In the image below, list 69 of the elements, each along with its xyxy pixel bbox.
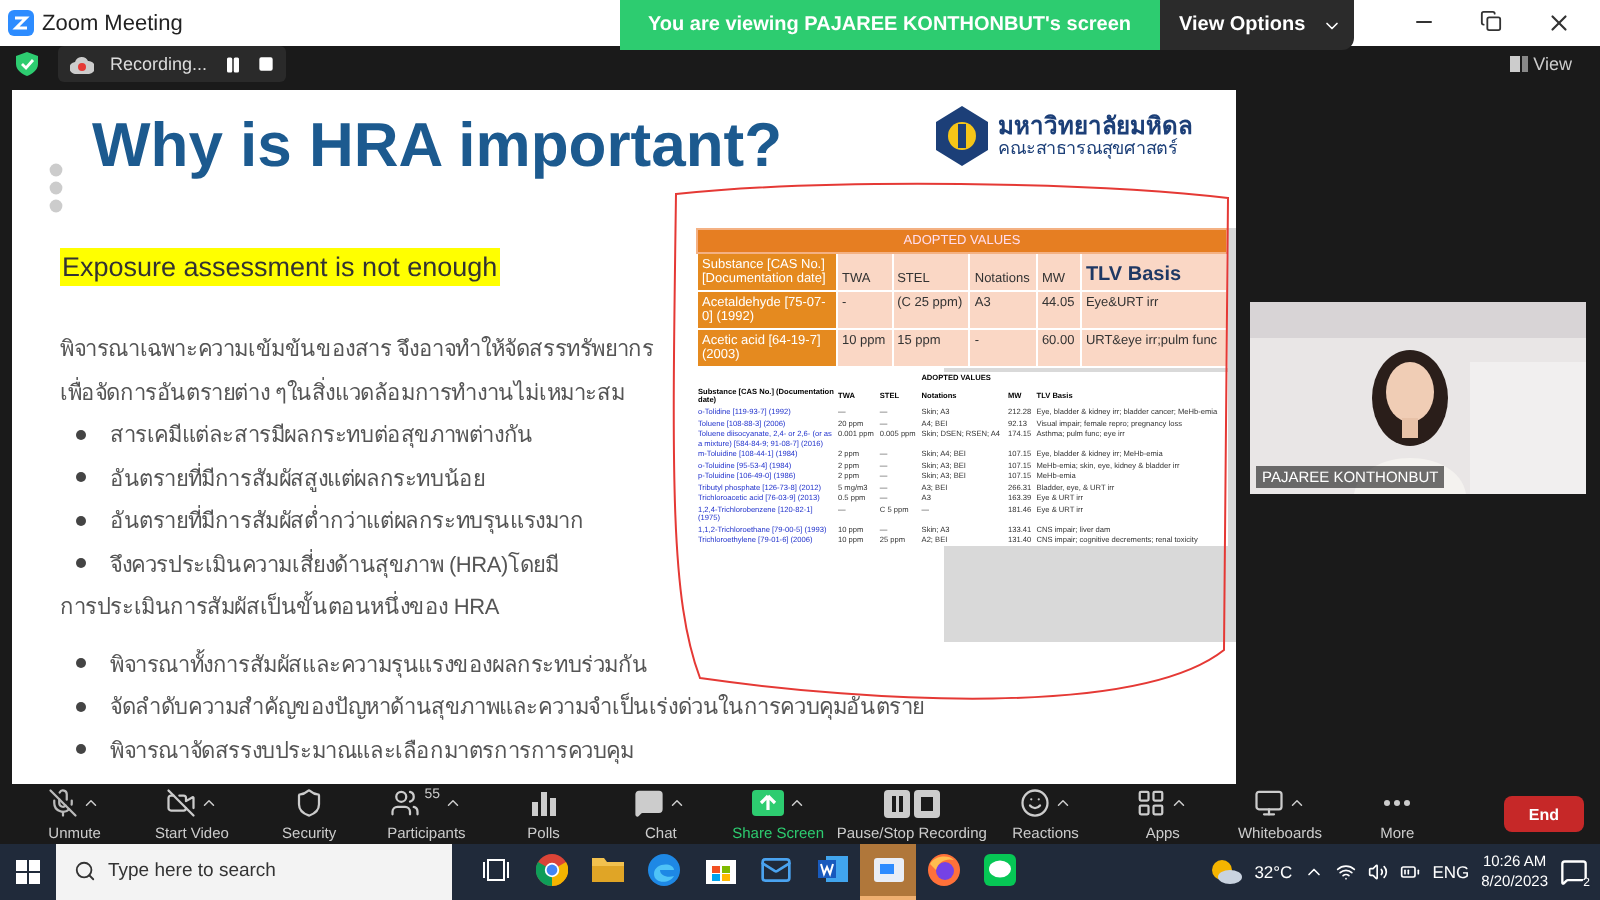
pause-stop-icon bbox=[883, 789, 940, 818]
bullet-text: อันตรายที่มีการสัมผัสต่ำกว่าแต่ผลกระทบรุนแรงมาก bbox=[110, 502, 584, 539]
bullet-text: พิจารณาจัดสรรงบประมาณและเลือกมาตรการการควบคุม bbox=[110, 737, 634, 768]
view-options-button[interactable]: View Options bbox=[1159, 0, 1354, 50]
slide-text: พิจารณาเฉพาะความเข้มข้นของสาร จึงอาจทำให้จัดสรรทรัพยากร bbox=[60, 334, 654, 367]
folder-icon bbox=[592, 856, 624, 883]
speech-bubble-icon bbox=[1560, 857, 1588, 886]
bullet-icon bbox=[76, 515, 86, 526]
faculty-name: คณะสาธารณสุขศาสตร์ bbox=[998, 140, 1180, 161]
input-language: ENG bbox=[1432, 861, 1470, 882]
slide-text: เพื่อจัดการอันตรายต่าง ๆในสิ่งแวดล้อมการทำงานไม่เหมาะสม bbox=[60, 375, 625, 410]
window-title: Zoom Meeting bbox=[42, 11, 183, 36]
word-document-icon bbox=[817, 854, 847, 885]
temperature: 32°C bbox=[1254, 861, 1293, 882]
smiley-icon bbox=[1019, 788, 1050, 819]
firefox-icon bbox=[928, 853, 960, 886]
task-view-icon bbox=[482, 857, 510, 882]
recording-status: Recording... bbox=[110, 54, 208, 75]
bullet-text: พิจารณาทั้งการสัมผัสและความรุนแรงของผลกระทบร่วมกัน bbox=[110, 647, 648, 682]
more-icon bbox=[1384, 800, 1411, 807]
envelope-icon bbox=[760, 853, 792, 886]
bullet-icon bbox=[76, 744, 86, 755]
presentation-icon bbox=[873, 857, 903, 882]
column-header: TLV Basis bbox=[1080, 253, 1227, 292]
weather-icon bbox=[1210, 858, 1243, 885]
slide-title: Why is HRA important? bbox=[92, 110, 783, 183]
wifi-icon bbox=[1336, 861, 1357, 882]
speaker-icon bbox=[1368, 861, 1389, 882]
chat-app-icon bbox=[984, 853, 1016, 886]
shield-icon bbox=[294, 788, 325, 819]
store-bag-icon bbox=[705, 854, 735, 885]
taskbar-search-field[interactable]: Type here to search bbox=[56, 843, 452, 900]
windows-logo-icon bbox=[16, 859, 40, 884]
recording-cloud-icon bbox=[70, 55, 94, 74]
speech-bubble-icon bbox=[634, 788, 665, 819]
shield-check-icon bbox=[16, 52, 38, 77]
edge-icon bbox=[648, 853, 680, 886]
muted-microphone-icon bbox=[48, 788, 79, 819]
bullet-icon bbox=[76, 429, 86, 440]
video-off-icon bbox=[165, 788, 196, 819]
bullet-text: จึงควรประเมินความเสี่ยงด้านสุขภาพ (HRA)โดยมี bbox=[110, 547, 559, 582]
people-icon bbox=[390, 788, 421, 819]
grid-icon bbox=[1136, 788, 1167, 819]
screen-share-banner: You are viewing PAJAREE KONTHONBUT's screen bbox=[620, 0, 1160, 50]
battery-icon bbox=[1400, 861, 1421, 882]
monitor-icon bbox=[1254, 788, 1284, 819]
stop-icon[interactable] bbox=[257, 56, 274, 73]
chrome-icon bbox=[536, 853, 568, 886]
university-name: มหาวิทยาลัยมหิดล bbox=[998, 113, 1192, 140]
search-icon bbox=[74, 859, 96, 882]
view-button[interactable]: View bbox=[1497, 52, 1584, 77]
bullet-text: จัดลำดับความสำคัญของปัญหาด้านสุขภาพและความจำเป็นเร่งด่วนในการควบคุมอันตราย bbox=[110, 690, 925, 725]
bullet-text: สารเคมีแต่ละสารมีผลกระทบต่อสุขภาพต่างกัน bbox=[110, 421, 533, 453]
bullet-icon bbox=[76, 472, 86, 483]
highlighted-text: Exposure assessment is not enough bbox=[60, 248, 500, 287]
restore-icon[interactable] bbox=[1480, 10, 1502, 33]
slide-dots-icon bbox=[48, 162, 64, 215]
bar-chart-icon bbox=[531, 790, 556, 817]
bullet-icon bbox=[76, 558, 86, 569]
slide-text: การประเมินการสัมผัสเป็นขั้นตอนหนึ่งของ HRA bbox=[60, 588, 499, 625]
university-emblem-icon bbox=[936, 106, 988, 167]
pause-icon[interactable] bbox=[223, 55, 242, 74]
layout-icon bbox=[1509, 56, 1528, 73]
close-icon[interactable] bbox=[1546, 10, 1572, 37]
bullet-icon bbox=[76, 658, 86, 669]
end-button[interactable]: End bbox=[1503, 796, 1584, 833]
zoom-logo-icon bbox=[8, 10, 34, 37]
bullet-icon bbox=[76, 701, 86, 712]
bullet-text: อันตรายที่มีการสัมผัสสูงแต่ผลกระทบน้อย bbox=[110, 461, 485, 496]
